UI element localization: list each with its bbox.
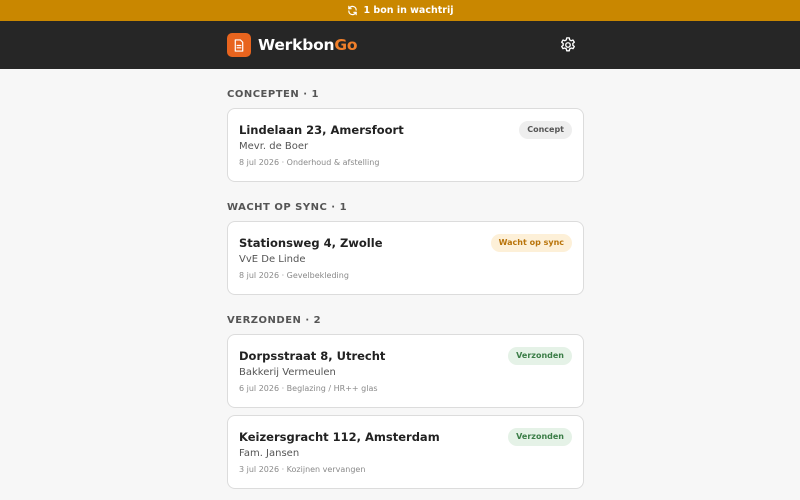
card-meta: 3 jul 2026 · Kozijnen vervangen xyxy=(239,465,366,474)
card-meta: 8 jul 2026 · Gevelbekleding xyxy=(239,271,349,280)
werkbon-card[interactable]: Stationsweg 4, Zwolle VvE De Linde 8 jul… xyxy=(227,221,584,295)
werkbon-card[interactable]: Dorpsstraat 8, Utrecht Bakkerij Vermeule… xyxy=(227,334,584,408)
section-verzonden: VERZONDEN · 2 Dorpsstraat 8, Utrecht Bak… xyxy=(227,314,584,489)
section-title: CONCEPTEN · 1 xyxy=(227,89,319,100)
card-address: Dorpsstraat 8, Utrecht xyxy=(239,349,386,363)
refresh-icon xyxy=(347,5,357,16)
settings-button[interactable] xyxy=(559,36,577,54)
card-client: Mevr. de Boer xyxy=(239,141,309,152)
section-title-text: WACHT OP SYNC xyxy=(227,202,328,213)
section-title-text: CONCEPTEN xyxy=(227,89,300,100)
section-title: WACHT OP SYNC · 1 xyxy=(227,202,348,213)
queue-banner-text: 1 bon in wachtrij xyxy=(363,5,454,16)
section-count: 1 xyxy=(339,202,348,213)
section-count: 2 xyxy=(313,315,322,326)
status-badge: Concept xyxy=(519,121,572,139)
brand-name-part1: Werkbon xyxy=(258,36,335,54)
app-logo xyxy=(227,33,251,57)
brand-name-part2: Go xyxy=(334,36,358,54)
werkbon-card[interactable]: Lindelaan 23, Amersfoort Mevr. de Boer 8… xyxy=(227,108,584,182)
card-meta: 6 jul 2026 · Beglazing / HR++ glas xyxy=(239,384,378,393)
app-header: WerkbonGo xyxy=(0,21,800,69)
card-client: Bakkerij Vermeulen xyxy=(239,367,336,378)
card-meta: 8 jul 2026 · Onderhoud & afstelling xyxy=(239,158,380,167)
section-wacht-op-sync: WACHT OP SYNC · 1 Stationsweg 4, Zwolle … xyxy=(227,201,584,295)
status-badge: Verzonden xyxy=(508,428,572,446)
sync-queue-banner[interactable]: 1 bon in wachtrij xyxy=(0,0,800,21)
card-client: Fam. Jansen xyxy=(239,448,300,459)
section-concepten: CONCEPTEN · 1 Lindelaan 23, Amersfoort M… xyxy=(227,88,584,182)
gear-icon xyxy=(561,37,575,52)
werkbon-list: CONCEPTEN · 1 Lindelaan 23, Amersfoort M… xyxy=(227,69,584,496)
card-address: Stationsweg 4, Zwolle xyxy=(239,236,383,250)
section-title: VERZONDEN · 2 xyxy=(227,315,322,326)
document-icon xyxy=(234,38,244,52)
section-title-text: VERZONDEN xyxy=(227,315,302,326)
status-badge: Verzonden xyxy=(508,347,572,365)
card-address: Lindelaan 23, Amersfoort xyxy=(239,123,404,137)
section-count: 1 xyxy=(311,89,319,100)
card-client: VvE De Linde xyxy=(239,254,306,265)
card-address: Keizersgracht 112, Amsterdam xyxy=(239,430,440,444)
app-brand: WerkbonGo xyxy=(258,34,358,56)
werkbon-card[interactable]: Keizersgracht 112, Amsterdam Fam. Jansen… xyxy=(227,415,584,489)
status-badge: Wacht op sync xyxy=(490,234,572,252)
